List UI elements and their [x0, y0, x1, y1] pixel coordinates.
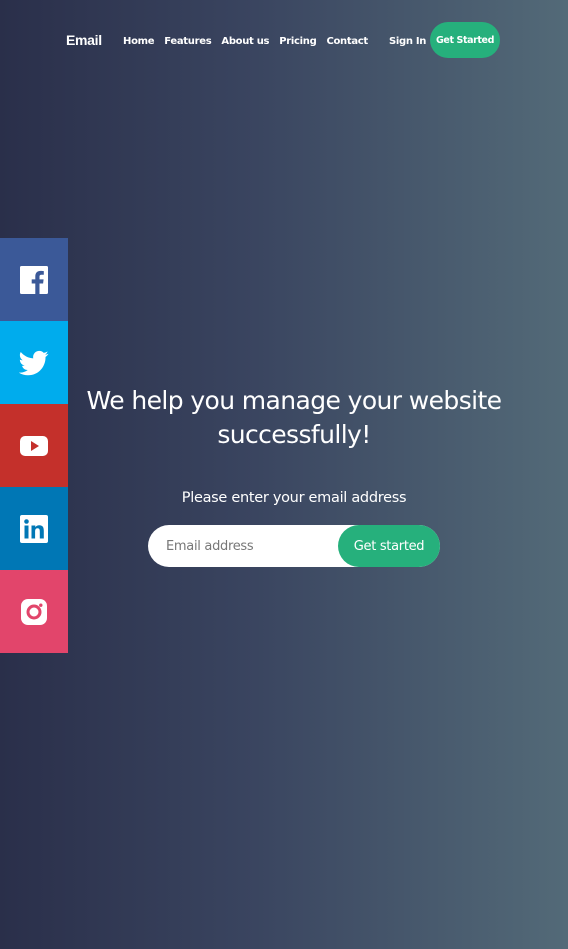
- nav-home[interactable]: Home: [123, 36, 155, 47]
- get-started-submit-button[interactable]: Get started: [338, 525, 440, 567]
- sign-in-link[interactable]: Sign In: [389, 36, 426, 47]
- nav-features[interactable]: Features: [164, 36, 211, 47]
- get-started-button[interactable]: Get Started: [430, 22, 500, 58]
- email-input[interactable]: [148, 525, 348, 567]
- social-linkedin[interactable]: [0, 487, 68, 570]
- social-youtube[interactable]: [0, 404, 68, 487]
- social-instagram[interactable]: [0, 570, 68, 653]
- social-facebook[interactable]: [0, 238, 68, 321]
- email-signup-form: Get started: [148, 525, 440, 567]
- email-prompt: Please enter your email address: [181, 490, 407, 506]
- youtube-icon: [19, 431, 49, 461]
- nav-pricing[interactable]: Pricing: [279, 36, 317, 47]
- linkedin-icon: [19, 514, 49, 544]
- instagram-icon: [19, 597, 49, 627]
- nav-contact[interactable]: Contact: [326, 36, 368, 47]
- hero-headline: We help you manage your website successf…: [86, 386, 503, 449]
- social-twitter[interactable]: [0, 321, 68, 404]
- twitter-icon: [19, 348, 49, 378]
- main-nav: Home Features About us Pricing Contact: [123, 36, 368, 47]
- logo[interactable]: Email: [66, 32, 102, 48]
- site-header: Email Home Features About us Pricing Con…: [0, 0, 568, 82]
- social-sidebar: [0, 238, 68, 653]
- nav-about-us[interactable]: About us: [221, 36, 269, 47]
- facebook-icon: [19, 265, 49, 295]
